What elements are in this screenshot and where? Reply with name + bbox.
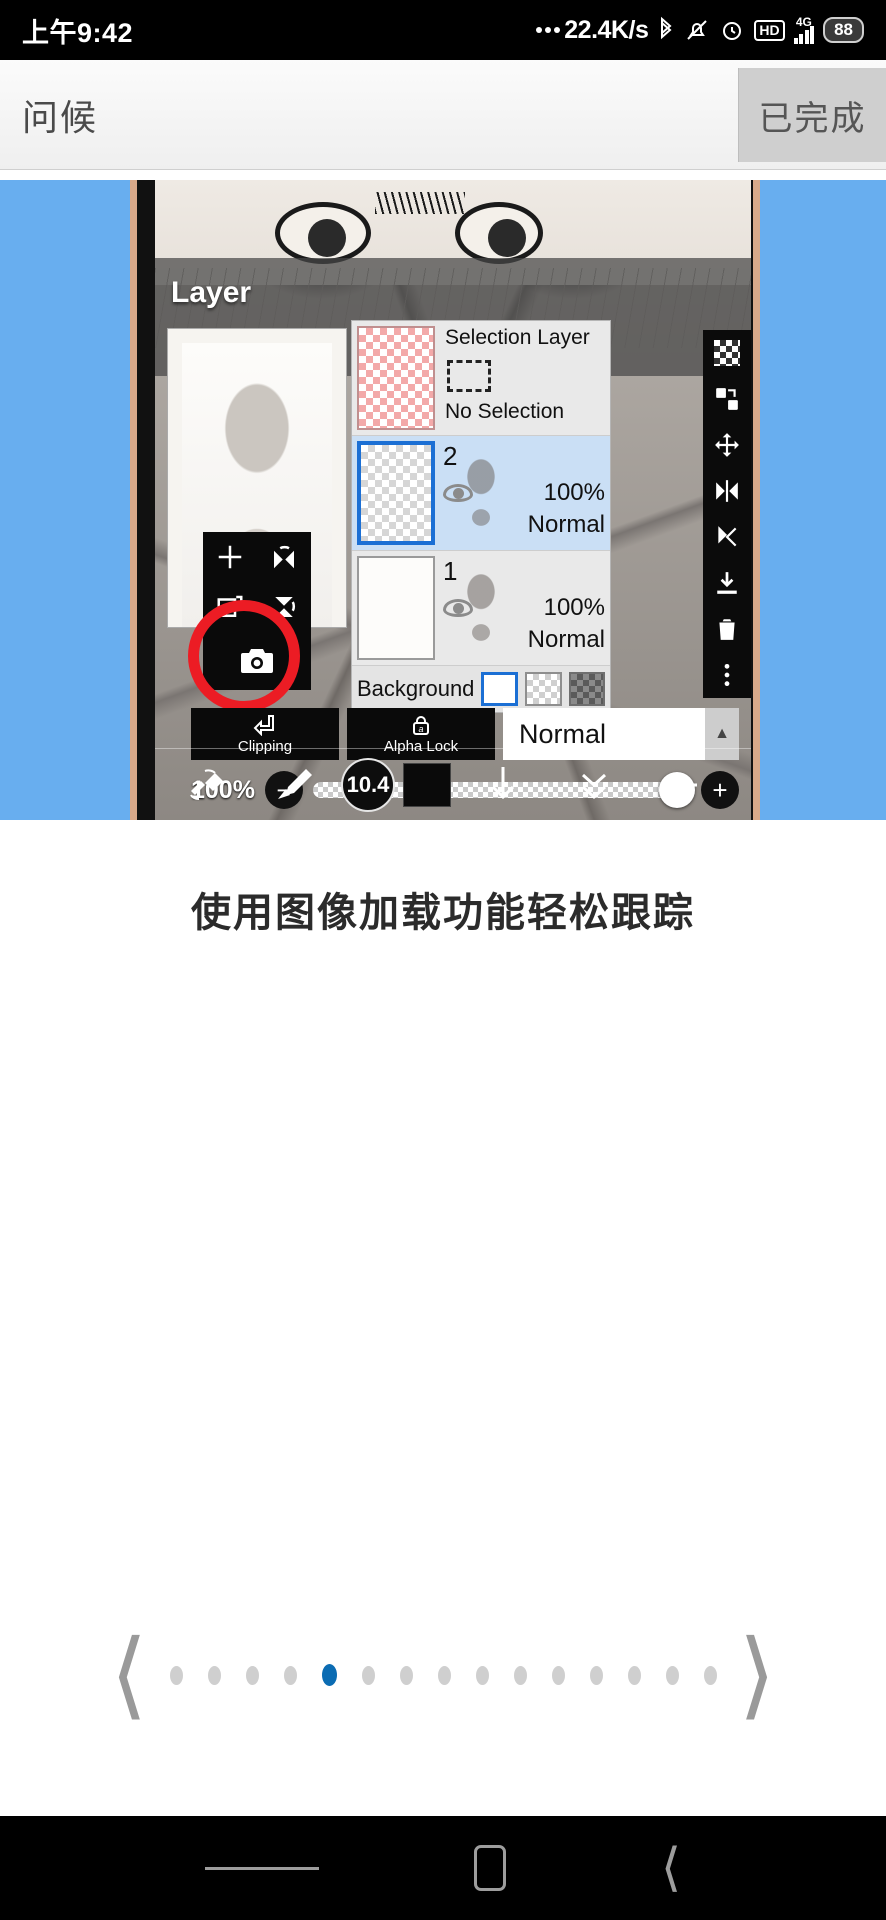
flip-horizontal-icon[interactable] bbox=[257, 532, 311, 582]
layer-thumbnail[interactable] bbox=[357, 441, 604, 545]
color-swatch[interactable] bbox=[403, 762, 451, 807]
selection-layer-status: No Selection bbox=[445, 400, 565, 423]
pagination-dot[interactable] bbox=[703, 1665, 717, 1685]
background-swatch-white[interactable] bbox=[481, 672, 519, 706]
selection-layer-thumbnail[interactable] bbox=[357, 326, 435, 430]
hd-icon: HD bbox=[754, 19, 785, 41]
brush-icon[interactable] bbox=[255, 765, 333, 805]
brush-size-button[interactable]: 10.4 bbox=[341, 757, 395, 812]
layer-right-toolbar bbox=[703, 330, 751, 698]
pagination-dot[interactable] bbox=[283, 1665, 297, 1685]
svg-text:a: a bbox=[418, 724, 423, 734]
mute-bell-icon bbox=[684, 17, 710, 43]
network-speed-label: 22.4K/s bbox=[564, 15, 649, 44]
background-label: Background bbox=[357, 676, 475, 701]
pagination-dot[interactable] bbox=[169, 1665, 183, 1685]
pagination-dots bbox=[169, 1664, 717, 1686]
pagination-dot[interactable] bbox=[399, 1665, 413, 1685]
blend-mode-value: Normal bbox=[519, 718, 607, 749]
status-bar-clock: 上午9:42 bbox=[22, 17, 134, 48]
ellipsis-icon bbox=[536, 27, 561, 33]
pagination-dot[interactable] bbox=[361, 1665, 375, 1685]
background-swatch-transparent[interactable] bbox=[525, 672, 562, 706]
flip-horizontal-icon[interactable] bbox=[711, 476, 743, 506]
pagination-dot[interactable] bbox=[207, 1665, 221, 1685]
layer-thumbnail[interactable] bbox=[357, 556, 604, 660]
phone-screen: Layer Selection Layer No Selection Backg… bbox=[155, 180, 751, 820]
network-speed-indicator: 22.4K/s bbox=[536, 15, 649, 45]
pagination-dot[interactable] bbox=[665, 1665, 679, 1685]
pagination: ⟨ ⟩ bbox=[0, 1600, 886, 1750]
layer-list: Selection Layer No Selection 2 100% bbox=[351, 320, 611, 713]
phone-mockup: Layer Selection Layer No Selection Backg… bbox=[130, 180, 760, 820]
chevron-left-icon[interactable]: ⟨ bbox=[88, 1627, 169, 1723]
sketch-eye-left bbox=[275, 202, 371, 264]
pagination-dot[interactable] bbox=[475, 1665, 489, 1685]
menu-icon[interactable] bbox=[204, 1861, 319, 1876]
trash-icon[interactable] bbox=[711, 614, 743, 644]
undo-redo-icon[interactable] bbox=[169, 765, 247, 805]
chevron-right-icon[interactable]: ⟩ bbox=[717, 1627, 798, 1723]
done-button[interactable]: 已完成 bbox=[738, 68, 886, 162]
tutorial-screenshot: Layer Selection Layer No Selection Backg… bbox=[0, 180, 886, 820]
4g-signal-icon: 4G bbox=[793, 16, 815, 44]
back-icon[interactable]: ⟨ bbox=[661, 1842, 681, 1894]
selection-marquee-icon bbox=[447, 360, 491, 392]
layer-panel-title: Layer bbox=[171, 276, 252, 309]
selection-layer-name: Selection Layer bbox=[445, 326, 590, 349]
download-icon[interactable] bbox=[459, 763, 547, 807]
pagination-dot[interactable] bbox=[437, 1665, 451, 1685]
flip-vertical-icon[interactable] bbox=[711, 522, 743, 552]
transparency-icon[interactable] bbox=[711, 338, 743, 368]
layer-row[interactable]: 1 100% Normal bbox=[352, 551, 610, 666]
background-row: Background bbox=[352, 666, 610, 712]
pagination-dot[interactable] bbox=[513, 1665, 527, 1685]
merge-down-icon[interactable] bbox=[711, 568, 743, 598]
transform-icon[interactable] bbox=[711, 384, 743, 414]
pagination-dot[interactable] bbox=[245, 1665, 259, 1685]
pagination-dot[interactable] bbox=[589, 1665, 603, 1685]
back-arrow-icon[interactable] bbox=[641, 768, 721, 802]
add-layer-icon[interactable] bbox=[203, 532, 257, 582]
page-title: 问候 bbox=[22, 96, 99, 138]
alarm-clock-icon bbox=[719, 17, 745, 43]
bottom-toolbar: 10.4 bbox=[155, 748, 751, 820]
pagination-dot[interactable] bbox=[627, 1665, 641, 1685]
bluetooth-icon bbox=[657, 16, 675, 44]
tutorial-slide: Layer Selection Layer No Selection Backg… bbox=[0, 170, 886, 830]
selection-layer-row[interactable]: Selection Layer No Selection bbox=[352, 321, 610, 436]
status-bar-icons: 22.4K/s HD 4G 88 bbox=[536, 16, 864, 45]
layer-row[interactable]: 2 100% Normal bbox=[352, 436, 610, 551]
home-icon[interactable] bbox=[473, 1845, 506, 1891]
slide-caption: 使用图像加载功能轻松跟踪 bbox=[191, 891, 695, 935]
highlight-ring bbox=[188, 600, 300, 712]
move-icon[interactable] bbox=[711, 430, 743, 460]
app-bar: 问候 已完成 bbox=[0, 60, 886, 170]
selection-layer-meta: Selection Layer No Selection bbox=[435, 326, 605, 424]
android-nav-bar: ⟨ bbox=[0, 1816, 886, 1920]
more-options-icon[interactable] bbox=[711, 660, 743, 690]
background-swatch-dark[interactable] bbox=[568, 672, 605, 706]
sketch-eyelash bbox=[375, 192, 465, 214]
pagination-dot[interactable] bbox=[551, 1665, 565, 1685]
pagination-dot[interactable] bbox=[321, 1664, 337, 1686]
collapse-icon[interactable] bbox=[555, 765, 633, 805]
signal-bars-icon bbox=[793, 25, 815, 44]
battery-icon: 88 bbox=[823, 17, 864, 43]
sketch-eye-right bbox=[455, 202, 543, 264]
status-bar: 上午9:42 22.4K/s HD 4G 88 bbox=[0, 0, 886, 60]
